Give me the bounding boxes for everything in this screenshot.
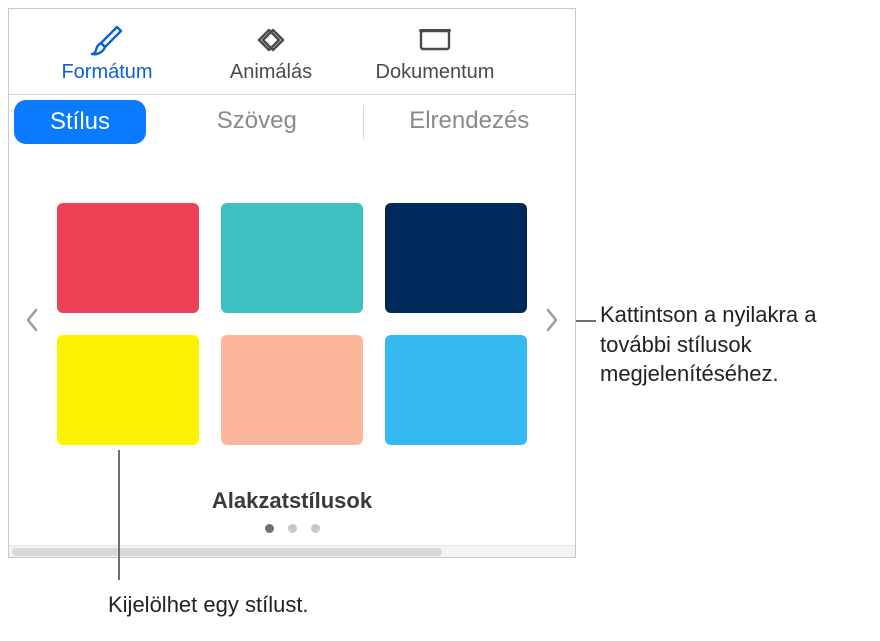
subtab-bar: Stílus Szöveg Elrendezés [9, 95, 575, 149]
callout-arrows: Kattintson a nyilakra a további stílusok… [600, 300, 870, 389]
callout-connector [118, 450, 120, 580]
style-swatch-navy[interactable] [385, 203, 527, 313]
next-styles-arrow[interactable] [537, 290, 567, 350]
diamond-stack-icon [249, 23, 293, 57]
style-swatch-sky[interactable] [385, 335, 527, 445]
style-swatch-red[interactable] [57, 203, 199, 313]
page-dot[interactable] [311, 524, 320, 533]
paintbrush-icon [85, 23, 129, 57]
tab-text[interactable]: Szöveg [151, 95, 362, 149]
style-swatch-grid [47, 195, 537, 445]
animate-tab-button[interactable]: Animálás [201, 23, 341, 84]
callout-select: Kijelölhet egy stílust. [108, 590, 309, 620]
tab-layout[interactable]: Elrendezés [364, 95, 575, 149]
style-swatch-peach[interactable] [221, 335, 363, 445]
toolbar-label: Formátum [61, 61, 152, 84]
scrollbar-thumb[interactable] [12, 548, 442, 556]
page-dots[interactable] [265, 524, 320, 533]
styles-caption-row: Alakzatstílusok [9, 472, 575, 545]
page-dot[interactable] [288, 524, 297, 533]
format-tab-button[interactable]: Formátum [37, 23, 177, 84]
style-swatch-yellow[interactable] [57, 335, 199, 445]
inspector-panel: Formátum Animálás Dokumentum Stílus Szöv [8, 8, 576, 558]
horizontal-scrollbar[interactable] [9, 545, 575, 557]
document-tab-button[interactable]: Dokumentum [365, 23, 505, 84]
shape-styles-area [9, 149, 575, 472]
tab-style[interactable]: Stílus [14, 100, 146, 144]
prev-styles-arrow[interactable] [17, 290, 47, 350]
toolbar-label: Dokumentum [376, 61, 495, 84]
toolbar-label: Animálás [230, 61, 312, 84]
page-dot[interactable] [265, 524, 274, 533]
inspector-toolbar: Formátum Animálás Dokumentum [9, 9, 575, 95]
style-swatch-teal[interactable] [221, 203, 363, 313]
styles-caption: Alakzatstílusok [212, 488, 372, 514]
presentation-icon [413, 23, 457, 57]
callout-connector [576, 320, 596, 322]
